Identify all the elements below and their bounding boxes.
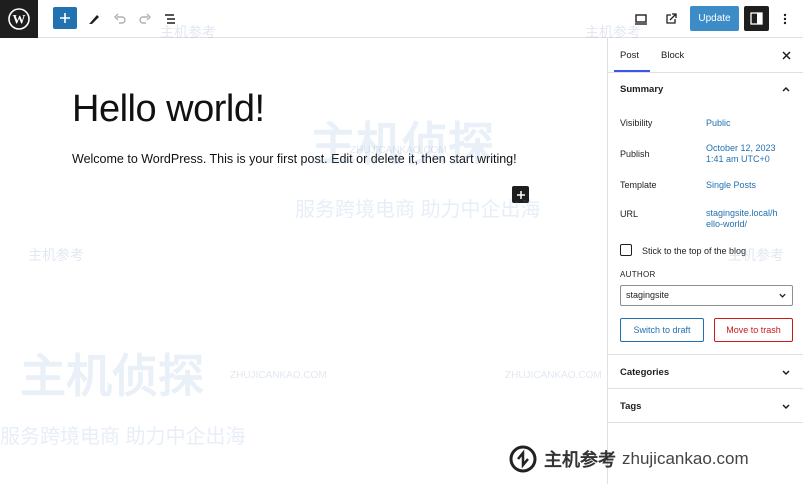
chevron-down-icon [782,404,790,410]
add-block-button[interactable] [53,7,77,29]
summary-panel-toggle[interactable]: Summary [608,73,803,105]
view-post-button[interactable] [659,7,683,31]
post-title[interactable]: Hello world! [72,88,265,131]
divider [608,422,803,423]
move-to-trash-button[interactable]: Move to trash [714,318,793,342]
close-sidebar-button[interactable] [779,48,793,62]
more-vertical-icon [783,13,787,25]
publish-date-link[interactable]: October 12, 2023 1:41 am UTC+0 [706,143,776,165]
url-label: URL [620,209,639,219]
wordpress-logo-button[interactable]: W [0,0,38,38]
settings-sidebar: Post Block Summary Visibility Public Pub… [607,38,803,484]
publish-label: Publish [620,149,650,159]
tags-panel-toggle[interactable]: Tags [608,390,803,422]
plus-icon [516,190,525,199]
site-logo-icon [509,445,537,473]
publish-date: October 12, 2023 [706,143,776,153]
template-label: Template [620,180,657,190]
redo-button[interactable] [133,7,157,31]
url-line-1: stagingsite.local/h [706,208,778,218]
external-link-icon [666,13,677,24]
active-tab-indicator [614,70,650,72]
undo-icon [114,13,126,24]
footer-brand: 主机参考 [544,450,616,470]
plus-icon [60,13,70,23]
close-icon [781,50,791,60]
sticky-checkbox[interactable] [620,244,632,256]
pencil-icon [89,15,99,24]
document-overview-button[interactable] [158,7,182,31]
update-button[interactable]: Update [690,6,739,31]
undo-button[interactable] [108,7,132,31]
footer-watermark: 主机参考 zhujicankao.com [508,444,749,474]
editor-canvas: Hello world! Welcome to WordPress. This … [0,38,607,484]
switch-to-draft-button[interactable]: Switch to draft [620,318,704,342]
list-view-icon [165,14,175,24]
summary-heading: Summary [620,84,664,95]
settings-toggle-button[interactable] [744,6,769,31]
editor-toolbar: W Update [0,0,803,38]
visibility-value-link[interactable]: Public [706,118,731,129]
categories-panel-toggle[interactable]: Categories [608,356,803,388]
preview-button[interactable] [629,7,653,31]
footer-domain: zhujicankao.com [622,449,749,468]
url-value-link[interactable]: stagingsite.local/h ello-world/ [706,208,778,230]
divider [608,388,803,389]
url-line-2: ello-world/ [706,219,748,229]
svg-text:W: W [13,12,26,27]
categories-heading: Categories [620,367,670,378]
visibility-label: Visibility [620,118,653,128]
author-selected-value: stagingsite [626,290,670,300]
redo-icon [139,13,151,24]
tools-button[interactable] [82,7,106,31]
options-button[interactable] [773,7,797,31]
chevron-down-icon [779,293,786,298]
wordpress-icon: W [8,8,30,30]
chevron-down-icon [782,370,790,376]
sidebar-icon [750,12,763,25]
author-select[interactable]: stagingsite [620,285,793,306]
paragraph-block[interactable]: Welcome to WordPress. This is your first… [72,152,517,166]
sticky-label: Stick to the top of the blog [642,246,747,256]
divider [608,354,803,355]
inline-add-block-button[interactable] [512,186,529,203]
publish-time: 1:41 am UTC+0 [706,154,770,164]
chevron-up-icon [782,86,790,92]
author-label: AUTHOR [620,270,656,279]
tab-post[interactable]: Post [620,50,639,61]
tags-heading: Tags [620,401,642,412]
sidebar-tabs: Post Block [608,38,803,73]
template-value-link[interactable]: Single Posts [706,180,756,191]
desktop-icon [635,14,647,25]
tab-block[interactable]: Block [661,50,684,61]
